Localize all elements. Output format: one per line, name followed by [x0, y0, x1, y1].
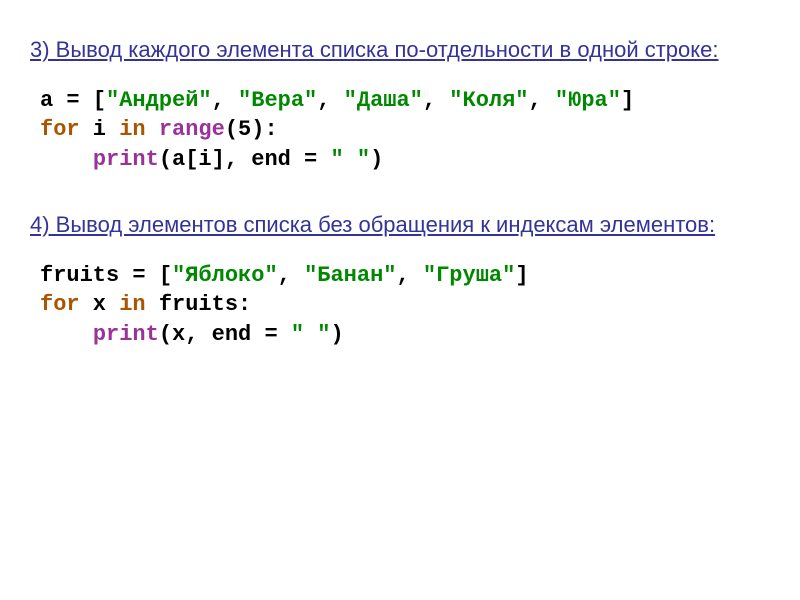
code3-l3-p2: ): [370, 147, 383, 172]
code4-for: for: [40, 292, 80, 317]
code3-str5: "Юра": [555, 88, 621, 113]
code4-l3-p1: (x, end =: [159, 322, 291, 347]
code4-l1-c2: ,: [396, 263, 422, 288]
heading-3: 3) Вывод каждого элемента списка по-отде…: [30, 35, 770, 66]
code3-str3: "Даша": [344, 88, 423, 113]
code3-l2-p3: (: [225, 117, 238, 142]
heading-4: 4) Вывод элементов списка без обращения …: [30, 210, 770, 241]
code4-in: in: [119, 292, 145, 317]
code4-l3-indent: [40, 322, 93, 347]
code4-l1-c1: ,: [278, 263, 304, 288]
code3-l1-c4: ,: [529, 88, 555, 113]
code3-num5: 5: [238, 117, 251, 142]
code4-l1-end: ]: [515, 263, 528, 288]
code3-in: in: [119, 117, 145, 142]
code3-l2-p2: [146, 117, 159, 142]
code3-str1: "Андрей": [106, 88, 212, 113]
code3-l1-end: ]: [621, 88, 634, 113]
code4-l3-p2: ): [330, 322, 343, 347]
code3-str2: "Вера": [238, 88, 317, 113]
code3-l3-str: " ": [330, 147, 370, 172]
code4-l2-p1: x: [80, 292, 120, 317]
code3-l1-c1: ,: [212, 88, 238, 113]
code3-l1-a: a = [: [40, 88, 106, 113]
code3-l2-p1: i: [80, 117, 120, 142]
code3-l1-c3: ,: [423, 88, 449, 113]
code4-l1-a: fruits = [: [40, 263, 172, 288]
code4-l2-p2: fruits:: [146, 292, 252, 317]
code4-print: print: [93, 322, 159, 347]
code3-l1-c2: ,: [317, 88, 343, 113]
code4-str2: "Банан": [304, 263, 396, 288]
code3-l3-indent: [40, 147, 93, 172]
code-block-3: a = ["Андрей", "Вера", "Даша", "Коля", "…: [40, 86, 770, 175]
code4-str3: "Груша": [423, 263, 515, 288]
code-block-4: fruits = ["Яблоко", "Банан", "Груша"] fo…: [40, 261, 770, 350]
code3-l3-p1: (a[i], end =: [159, 147, 331, 172]
code3-str4: "Коля": [449, 88, 528, 113]
code3-print: print: [93, 147, 159, 172]
code4-l3-str: " ": [291, 322, 331, 347]
code3-l2-p4: ):: [251, 117, 277, 142]
code3-for: for: [40, 117, 80, 142]
code3-range: range: [159, 117, 225, 142]
code4-str1: "Яблоко": [172, 263, 278, 288]
